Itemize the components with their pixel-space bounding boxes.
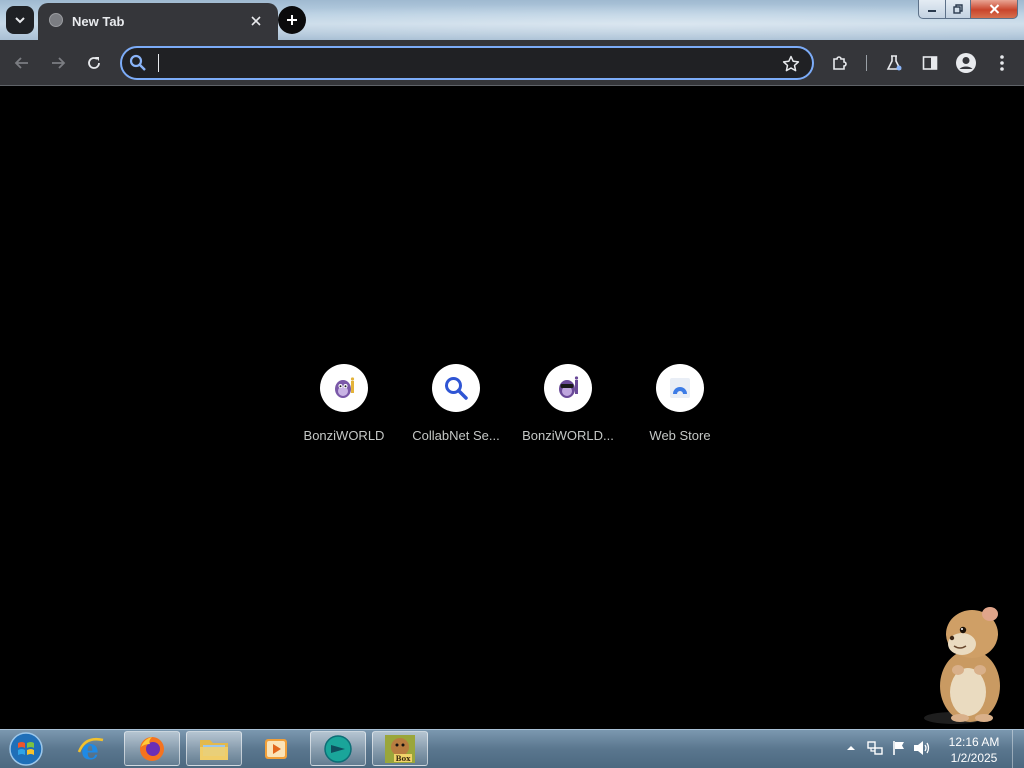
toolbar-separator bbox=[866, 55, 867, 71]
chevron-down-icon bbox=[15, 17, 25, 24]
chevron-up-icon bbox=[847, 746, 855, 750]
puzzle-icon bbox=[833, 56, 847, 70]
kebab-menu-icon bbox=[1000, 55, 1004, 71]
shortcut-tile[interactable]: Web Store bbox=[624, 364, 736, 454]
address-input[interactable] bbox=[156, 52, 770, 76]
network-tray-button[interactable] bbox=[866, 739, 884, 757]
firefox-icon bbox=[140, 736, 164, 761]
shortcut-label: CollabNet Se... bbox=[412, 428, 500, 443]
browser-menu-button[interactable] bbox=[988, 49, 1016, 77]
action-center-button[interactable] bbox=[890, 739, 908, 757]
browser-title-bar: New Tab bbox=[0, 0, 1024, 40]
shortcut-label: BonziWORLD bbox=[303, 428, 385, 443]
show-hidden-icons-button[interactable] bbox=[842, 739, 860, 757]
taskbar-box-app[interactable]: Box bbox=[372, 731, 428, 766]
shortcut-icon-circle bbox=[656, 364, 704, 412]
side-panel-icon bbox=[922, 56, 938, 70]
profile-icon bbox=[956, 53, 976, 73]
box-app-icon: Box bbox=[385, 734, 415, 763]
tab-close-button[interactable] bbox=[246, 11, 266, 31]
maximize-button[interactable] bbox=[946, 0, 971, 19]
bonzi-icon bbox=[335, 377, 355, 398]
plus-icon bbox=[287, 15, 297, 25]
clock-time: 12:16 AM bbox=[948, 735, 1000, 749]
taskbar-browser[interactable] bbox=[310, 731, 366, 766]
arrow-right-icon bbox=[52, 57, 66, 69]
search-icon bbox=[128, 53, 148, 78]
shortcut-tile[interactable]: BonziWORLD bbox=[288, 364, 400, 454]
minimize-icon bbox=[928, 10, 936, 12]
web-store-icon bbox=[670, 378, 690, 398]
window-controls bbox=[918, 0, 1018, 19]
shortcut-label: BonziWORLD... bbox=[522, 428, 614, 443]
reload-button[interactable] bbox=[80, 49, 108, 77]
hamster-desktop-pet[interactable] bbox=[918, 606, 1010, 726]
taskbar-firefox[interactable] bbox=[124, 731, 180, 766]
new-tab-button[interactable] bbox=[278, 6, 306, 34]
media-player-icon bbox=[265, 738, 287, 759]
clock-date: 1/2/2025 bbox=[950, 751, 998, 765]
taskbar-clock[interactable]: 12:16 AM 1/2/2025 bbox=[938, 734, 1010, 766]
show-desktop-button[interactable] bbox=[1012, 730, 1024, 768]
address-bar[interactable] bbox=[120, 46, 814, 80]
taskbar-media-player[interactable] bbox=[248, 731, 304, 766]
tab-search-button[interactable] bbox=[6, 6, 34, 34]
profile-button[interactable] bbox=[952, 49, 980, 77]
speaker-icon bbox=[914, 741, 930, 755]
shortcut-tile[interactable]: CollabNet Se... bbox=[400, 364, 512, 454]
forward-button[interactable] bbox=[44, 49, 72, 77]
arrow-left-icon bbox=[14, 57, 28, 69]
windows-start-icon bbox=[9, 732, 43, 766]
tab-new-tab[interactable]: New Tab bbox=[38, 3, 278, 40]
volume-button[interactable] bbox=[913, 739, 931, 757]
shortcut-icon-circle bbox=[544, 364, 592, 412]
windows-taskbar: e Box 12:16 AM 1/2/2025 bbox=[0, 729, 1024, 768]
folder-icon bbox=[200, 739, 228, 760]
action-center-flag-icon bbox=[893, 741, 904, 755]
tab-favicon bbox=[49, 13, 63, 27]
shortcut-tile[interactable]: BonziWORLD... bbox=[512, 364, 624, 454]
taskbar-file-explorer[interactable] bbox=[186, 731, 242, 766]
bookmark-button[interactable] bbox=[780, 53, 802, 75]
browser-icon bbox=[324, 734, 352, 763]
tab-title: New Tab bbox=[72, 14, 125, 29]
close-icon bbox=[251, 16, 261, 26]
taskbar-internet-explorer[interactable]: e bbox=[62, 731, 118, 766]
minimize-button[interactable] bbox=[918, 0, 946, 19]
close-icon bbox=[989, 4, 999, 14]
star-icon bbox=[782, 55, 800, 72]
browser-toolbar bbox=[0, 40, 1024, 86]
shortcut-icon-circle bbox=[320, 364, 368, 412]
restore-icon bbox=[953, 4, 963, 14]
close-window-button[interactable] bbox=[971, 0, 1018, 19]
svg-text:Box: Box bbox=[396, 754, 412, 763]
flask-icon bbox=[886, 55, 902, 71]
labs-button[interactable] bbox=[880, 49, 908, 77]
network-icon bbox=[867, 741, 883, 755]
shortcut-label: Web Store bbox=[649, 428, 711, 443]
side-panel-button[interactable] bbox=[916, 49, 944, 77]
shortcut-icon-circle bbox=[432, 364, 480, 412]
new-tab-page: BonziWORLD CollabNet Se... BonziWORLD...… bbox=[0, 86, 1024, 729]
search-icon bbox=[445, 377, 468, 400]
ie-icon: e bbox=[77, 734, 104, 764]
back-button[interactable] bbox=[8, 49, 36, 77]
extensions-button[interactable] bbox=[826, 49, 854, 77]
bonzi-icon bbox=[559, 376, 579, 398]
start-button[interactable] bbox=[6, 731, 46, 767]
reload-icon bbox=[88, 57, 100, 69]
